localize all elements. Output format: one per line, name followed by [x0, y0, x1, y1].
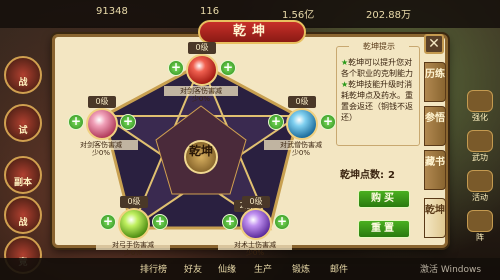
red-orb-icon[interactable] [186, 54, 218, 86]
plus-icon[interactable]: + [220, 60, 236, 76]
nav-produce[interactable]: 生产 [254, 262, 272, 275]
power-value: 1.56亿 [282, 10, 315, 21]
node-level: 0级 [288, 96, 316, 108]
enhance-icon [467, 90, 493, 112]
green-orb-icon[interactable] [118, 208, 150, 240]
formation-icon [467, 210, 493, 232]
points-display: 乾坤点数: 2 [340, 166, 395, 181]
info-text: ★乾坤可以提升您对各个职业的克制能力 ★乾坤技能升级时消耗乾坤点及药水。重置会返… [341, 57, 419, 123]
pink-orb-icon[interactable] [86, 108, 118, 140]
info-title: 乾坤提示 [349, 41, 409, 53]
info-panel: 乾坤提示 ★乾坤可以提升您对各个职业的克制能力 ★乾坤技能升级时消耗乾坤点及药水… [336, 41, 420, 146]
level-value: 116 [200, 6, 220, 17]
dialog-title: 乾坤 [198, 20, 306, 44]
qiankun-seal-icon: 乾坤 [184, 140, 218, 174]
skills-icon [467, 130, 493, 152]
node-level: 0级 [120, 196, 148, 208]
skill-node-top[interactable]: 0级 + + 对剑客伤害减 少0% [164, 42, 238, 103]
right-menu-formation[interactable]: 阵 [466, 210, 494, 246]
info-line-1: 乾坤可以提升您对各个职业的克制能力 [341, 58, 413, 78]
tab-insight[interactable]: 参悟 [424, 106, 446, 146]
tab-training[interactable]: 历练 [424, 62, 446, 102]
skill-node-bottom-left[interactable]: 0级 + + 对弓手伤害减 少0% [96, 196, 170, 257]
plus-icon[interactable]: + [320, 114, 336, 130]
windows-activation-watermark: 激活 Windows [420, 265, 482, 275]
tab-library[interactable]: 藏书 [424, 150, 446, 190]
skill-node-bottom-right[interactable]: 0级 + + 对术士伤害减 少0% [218, 196, 292, 257]
plus-icon[interactable]: + [100, 214, 116, 230]
buy-button[interactable]: 购买 [358, 190, 410, 208]
points-value: 2 [388, 170, 395, 181]
plus-icon[interactable]: + [222, 214, 238, 230]
events-icon [467, 170, 493, 192]
left-menu-war[interactable]: 战 [4, 196, 42, 234]
reset-button[interactable]: 重置 [358, 220, 410, 238]
plus-icon[interactable]: + [274, 214, 290, 230]
blue-orb-icon[interactable] [286, 108, 318, 140]
tab-qiankun[interactable]: 乾坤 [424, 198, 446, 238]
gems-value: 202.88万 [366, 10, 411, 21]
info-line-2: 乾坤技能升级时消耗乾坤点及药水。重置会返还（铜钱不返还） [341, 80, 413, 122]
right-menu-enhance[interactable]: 强化 [466, 90, 494, 126]
node-level: 0级 [88, 96, 116, 108]
plus-icon[interactable]: + [168, 60, 184, 76]
plus-icon[interactable]: + [68, 114, 84, 130]
gold-value: 91348 [96, 6, 128, 17]
pentagram-board: 乾坤 2级 0级 + + 对剑客伤害减 少0% 0级 + + 对剑客伤害减 少0… [64, 42, 338, 257]
node-percent: 少0% [91, 149, 111, 157]
plus-icon[interactable]: + [152, 214, 168, 230]
node-level: 0级 [188, 42, 216, 54]
nav-ranking[interactable]: 排行榜 [140, 262, 167, 275]
node-percent: 少0% [291, 149, 311, 157]
points-label: 乾坤点数: [340, 170, 384, 181]
node-percent: 少0% [191, 95, 211, 103]
right-menu-skills[interactable]: 武功 [466, 130, 494, 166]
node-percent: 少0% [245, 249, 265, 257]
left-menu-battle[interactable]: 战 [4, 56, 42, 94]
nav-training[interactable]: 锻炼 [292, 262, 310, 275]
bottom-nav-bar: 排行榜 好友 仙缘 生产 锻炼 邮件 激活 Windows [0, 258, 500, 280]
plus-icon[interactable]: + [268, 114, 284, 130]
left-menu-dungeon[interactable]: 副本 [4, 156, 42, 194]
plus-icon[interactable]: + [120, 114, 136, 130]
node-level: 0级 [242, 196, 270, 208]
skill-node-left[interactable]: 0级 + + 对剑客伤害减 少0% [64, 96, 138, 157]
nav-fate[interactable]: 仙缘 [218, 262, 236, 275]
nav-friends[interactable]: 好友 [184, 262, 202, 275]
nav-mail[interactable]: 邮件 [330, 262, 348, 275]
skill-node-right[interactable]: 0级 + + 对武僧伤害减 少0% [264, 96, 338, 157]
left-menu-trial[interactable]: 试 [4, 104, 42, 142]
node-percent: 少0% [123, 249, 143, 257]
close-button[interactable]: ✕ [424, 34, 444, 54]
right-menu-events[interactable]: 活动 [466, 170, 494, 206]
purple-orb-icon[interactable] [240, 208, 272, 240]
